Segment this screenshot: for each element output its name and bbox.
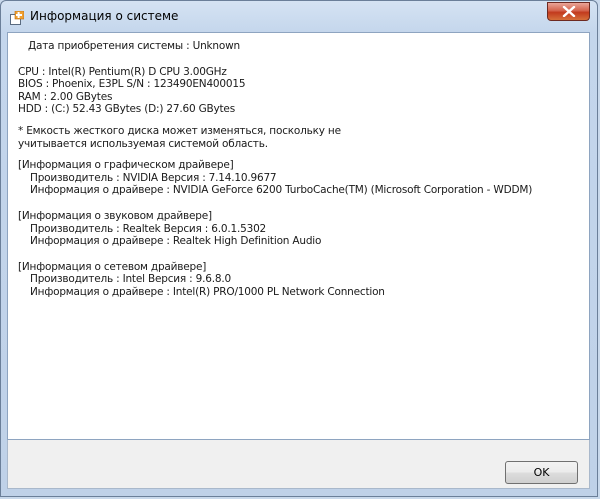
hdd-line: HDD : (C:) 52.43 GBytes (D:) 27.60 GByte… (18, 103, 235, 116)
audio-driver-header: [Информация о звуковом драйвере] (18, 209, 212, 222)
graphics-driver-header: [Информация о графическом драйвере] (18, 159, 234, 172)
disk-note-line-1: * Емкость жесткого диска может изменятьс… (18, 124, 341, 137)
ram-line: RAM : 2.00 GBytes (18, 90, 113, 103)
network-driver-vendor: Производитель : Intel Версия : 9.6.8.0 (30, 273, 231, 286)
network-driver-header: [Информация о сетевом драйвере] (18, 260, 207, 273)
graphics-driver-vendor: Производитель : NVIDIA Версия : 7.14.10.… (30, 171, 277, 184)
purchase-date-line: Дата приобретения системы : Unknown (28, 40, 240, 52)
network-driver-info: Информация о драйвере : Intel(R) PRO/100… (30, 285, 385, 298)
cpu-line: CPU : Intel(R) Pentium(R) D CPU 3.00GHz (18, 65, 227, 78)
audio-driver-vendor: Производитель : Realtek Версия : 6.0.1.5… (30, 222, 267, 235)
system-info-text: Дата приобретения системы : Unknown CPU … (18, 40, 578, 299)
ok-button[interactable]: OK (505, 461, 578, 484)
dialog-footer (7, 440, 590, 489)
system-info-icon (10, 10, 25, 25)
title-bar[interactable]: Информация о системе (1, 1, 597, 33)
disk-note-line-2: учитывается используемая системой област… (18, 137, 268, 150)
graphics-driver-info: Информация о драйвере : NVIDIA GeForce 6… (30, 184, 533, 197)
close-icon (562, 6, 576, 17)
close-button[interactable] (547, 2, 590, 21)
bios-line: BIOS : Phoenix, E3PL S/N : 123490EN40001… (18, 78, 246, 91)
window-title: Информация о системе (30, 9, 179, 23)
audio-driver-info: Информация о драйвере : Realtek High Def… (30, 235, 322, 248)
